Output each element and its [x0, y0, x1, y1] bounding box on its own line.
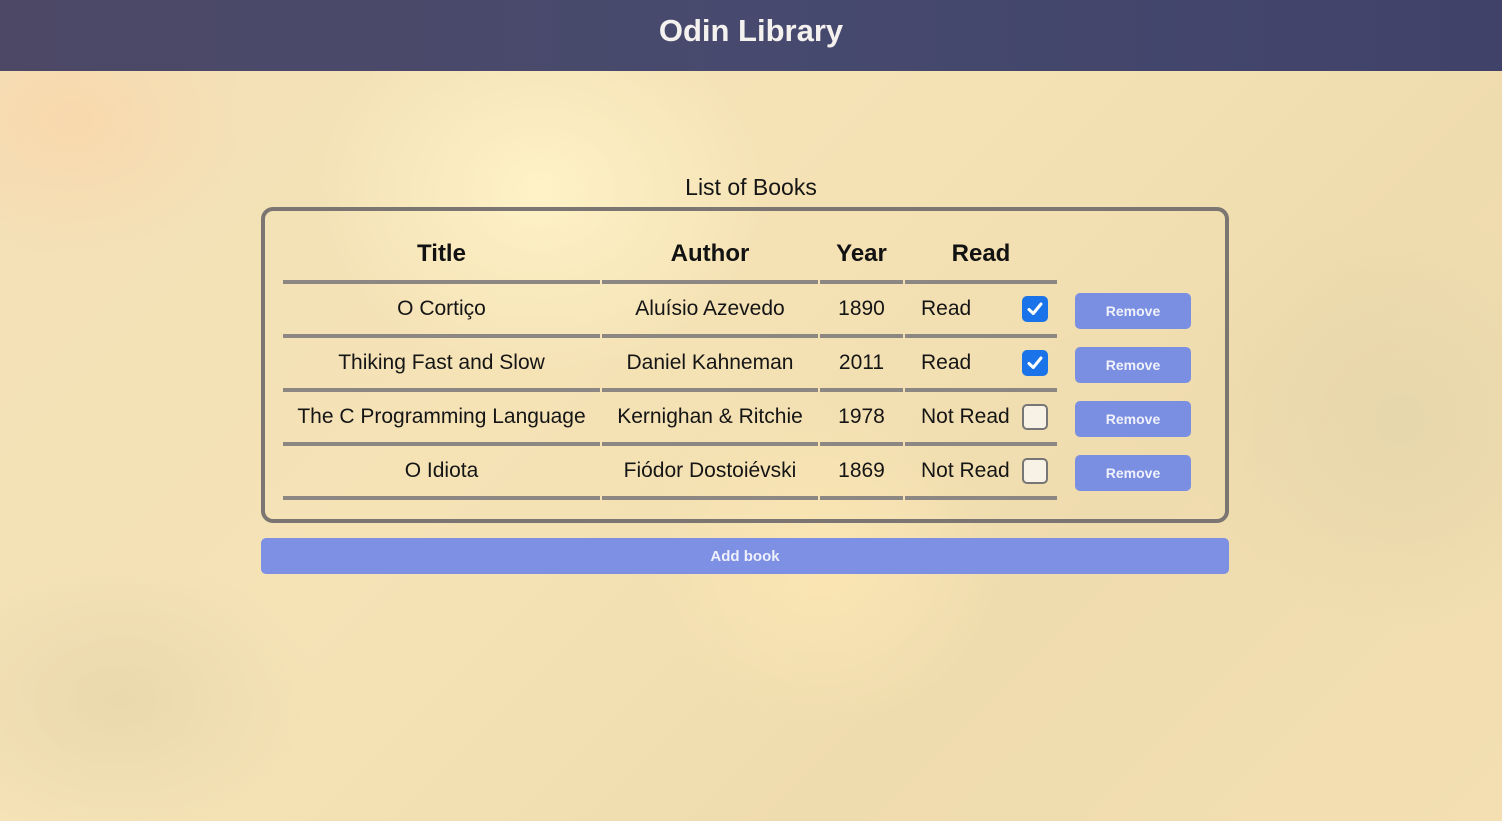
- remove-button[interactable]: Remove: [1075, 401, 1191, 437]
- book-year: 2011: [820, 338, 903, 392]
- book-author: Daniel Kahneman: [602, 338, 818, 392]
- checkmark-icon: [1027, 302, 1043, 315]
- app-header: Odin Library: [0, 0, 1502, 71]
- book-title: O Cortiço: [283, 284, 600, 338]
- book-read-cell: Not Read: [905, 446, 1057, 500]
- book-year: 1869: [820, 446, 903, 500]
- book-read-cell: Read: [905, 284, 1057, 338]
- book-read-cell: Not Read: [905, 392, 1057, 446]
- book-title: O Idiota: [283, 446, 600, 500]
- book-action-cell: Remove: [1059, 392, 1199, 446]
- read-checkbox[interactable]: [1022, 296, 1048, 322]
- column-header-year: Year: [820, 226, 903, 284]
- column-header-author: Author: [602, 226, 818, 284]
- book-year: 1890: [820, 284, 903, 338]
- book-author: Kernighan & Ritchie: [602, 392, 818, 446]
- checkmark-icon: [1027, 356, 1043, 369]
- book-action-cell: Remove: [1059, 338, 1199, 392]
- table-row: The C Programming Language Kernighan & R…: [283, 392, 1199, 446]
- books-table: Title Author Year Read O Cortiço Aluísio…: [281, 226, 1201, 500]
- add-book-button[interactable]: Add book: [261, 538, 1229, 574]
- book-title: Thiking Fast and Slow: [283, 338, 600, 392]
- remove-button[interactable]: Remove: [1075, 293, 1191, 329]
- book-title: The C Programming Language: [283, 392, 600, 446]
- book-read-cell: Read: [905, 338, 1057, 392]
- read-checkbox[interactable]: [1022, 404, 1048, 430]
- table-caption: List of Books: [685, 174, 817, 200]
- read-checkbox[interactable]: [1022, 458, 1048, 484]
- read-status-label: Not Read: [921, 405, 1010, 428]
- column-header-action: [1059, 226, 1199, 284]
- book-author: Aluísio Azevedo: [602, 284, 818, 338]
- column-header-read: Read: [905, 226, 1057, 284]
- table-row: Thiking Fast and Slow Daniel Kahneman 20…: [283, 338, 1199, 392]
- app-title: Odin Library: [658, 13, 844, 48]
- table-row: O Cortiço Aluísio Azevedo 1890 Read Remo…: [283, 284, 1199, 338]
- table-row: O Idiota Fiódor Dostoiévski 1869 Not Rea…: [283, 446, 1199, 500]
- column-header-title: Title: [283, 226, 600, 284]
- read-status-label: Read: [921, 297, 972, 320]
- table-header-row: Title Author Year Read: [283, 226, 1199, 284]
- remove-button[interactable]: Remove: [1075, 347, 1191, 383]
- read-status-label: Read: [921, 351, 972, 374]
- book-author: Fiódor Dostoiévski: [602, 446, 818, 500]
- book-action-cell: Remove: [1059, 284, 1199, 338]
- read-status-label: Not Read: [921, 459, 1010, 482]
- book-year: 1978: [820, 392, 903, 446]
- book-action-cell: Remove: [1059, 446, 1199, 500]
- remove-button[interactable]: Remove: [1075, 455, 1191, 491]
- read-checkbox[interactable]: [1022, 350, 1048, 376]
